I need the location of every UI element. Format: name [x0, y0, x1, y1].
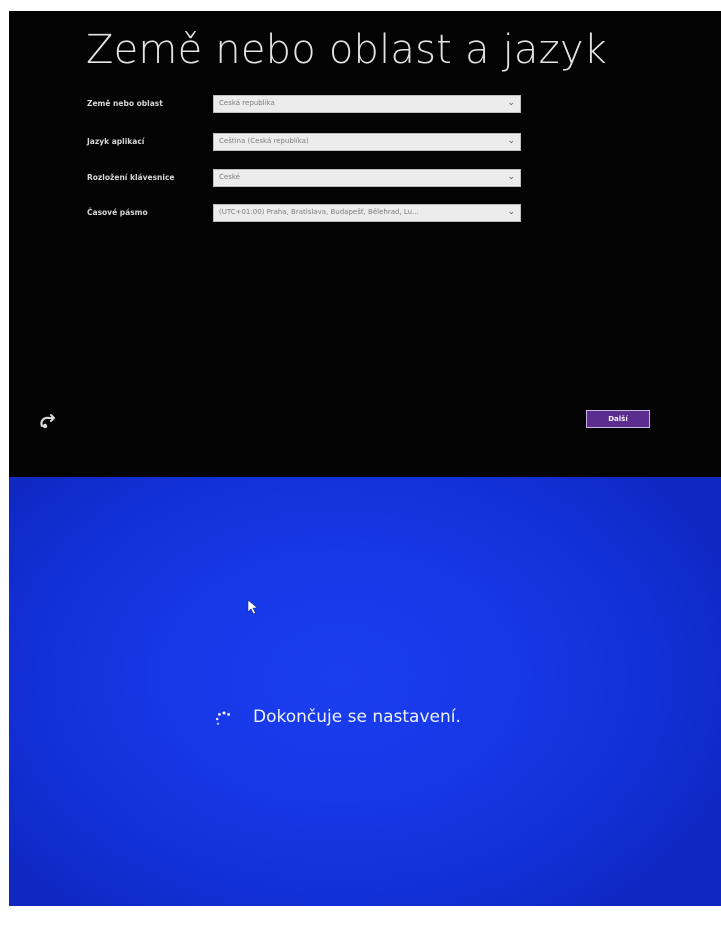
chevron-down-icon: ⌄ [507, 136, 515, 146]
app-language-select-value: Čeština (Česká republika) [219, 137, 309, 145]
region-setup-screen: Země nebo oblast a jazyk Země nebo oblas… [9, 11, 721, 477]
time-zone-label: Časové pásmo [87, 208, 148, 217]
time-zone-select-value: (UTC+01:00) Praha, Bratislava, Budapešť,… [219, 208, 419, 216]
time-zone-select[interactable]: (UTC+01:00) Praha, Bratislava, Budapešť,… [213, 204, 521, 222]
field-row-country: Země nebo oblast Česká republika ⌄ [87, 95, 527, 119]
field-row-keyboard-layout: Rozložení klávesnice České ⌄ [87, 169, 527, 193]
chevron-down-icon: ⌄ [507, 98, 515, 108]
keyboard-layout-select-value: České [219, 173, 240, 181]
finishing-setup-screen: Dokončuje se nastavení. [9, 477, 721, 906]
field-row-app-language: Jazyk aplikací Čeština (Česká republika)… [87, 133, 527, 157]
country-select-value: Česká republika [219, 99, 275, 107]
keyboard-layout-select[interactable]: České ⌄ [213, 169, 521, 187]
app-language-label: Jazyk aplikací [87, 137, 145, 146]
chevron-down-icon: ⌄ [507, 207, 515, 217]
page-title: Země nebo oblast a jazyk [86, 27, 608, 73]
ease-of-access-icon[interactable] [37, 409, 61, 433]
status-text: Dokončuje se nastavení. [253, 707, 461, 727]
field-row-time-zone: Časové pásmo (UTC+01:00) Praha, Bratisla… [87, 204, 527, 228]
mouse-cursor-icon [247, 599, 259, 615]
keyboard-layout-label: Rozložení klávesnice [87, 173, 175, 182]
loading-spinner-icon [214, 710, 234, 730]
country-select[interactable]: Česká republika ⌄ [213, 95, 521, 113]
country-label: Země nebo oblast [87, 99, 163, 108]
chevron-down-icon: ⌄ [507, 172, 515, 182]
next-button[interactable]: Další [586, 410, 650, 428]
app-language-select[interactable]: Čeština (Česká republika) ⌄ [213, 133, 521, 151]
